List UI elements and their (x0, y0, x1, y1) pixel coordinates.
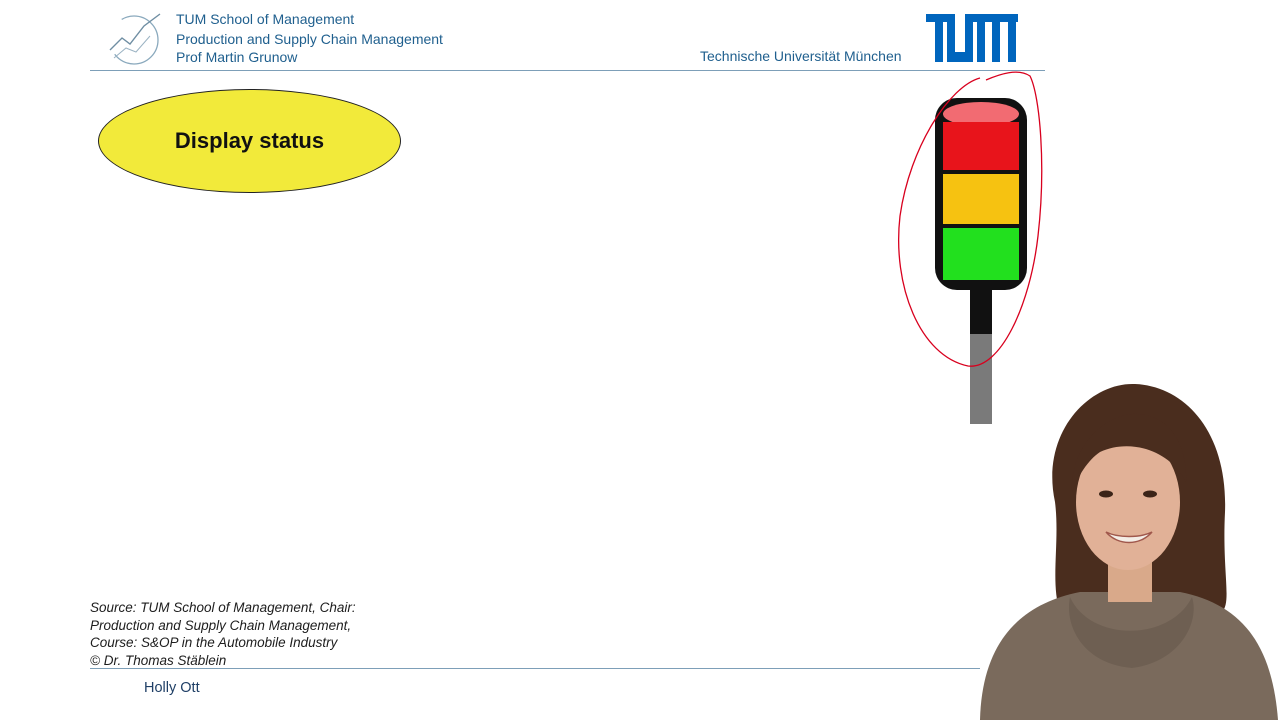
source-line: Course: S&OP in the Automobile Industry (90, 635, 338, 651)
professor-name: Prof Martin Grunow (176, 49, 298, 65)
footer-divider (90, 668, 980, 669)
source-line: Production and Supply Chain Management, (90, 617, 352, 633)
source-line: Source: TUM School of Management, Chair: (90, 600, 356, 615)
presenter-name: Holly Ott (144, 680, 200, 696)
university-name: Technische Universität München (700, 48, 902, 64)
school-name: TUM School of Management (176, 11, 355, 27)
source-line: © Dr. Thomas Stäblein (90, 652, 227, 668)
presenter-video (980, 383, 1278, 720)
slide-title: Display status (174, 128, 325, 153)
yellow-light (943, 174, 1019, 224)
chair-name: Production and Supply Chain Management (176, 31, 443, 47)
title-ellipse: Display status (98, 89, 401, 193)
school-logo-icon (109, 13, 161, 65)
tum-logo-icon (926, 14, 1018, 62)
traffic-light-pole (970, 286, 992, 336)
green-light (943, 228, 1019, 280)
source-citation: Source: TUM School of Management, Chair:… (90, 599, 420, 669)
red-light (943, 122, 1019, 170)
